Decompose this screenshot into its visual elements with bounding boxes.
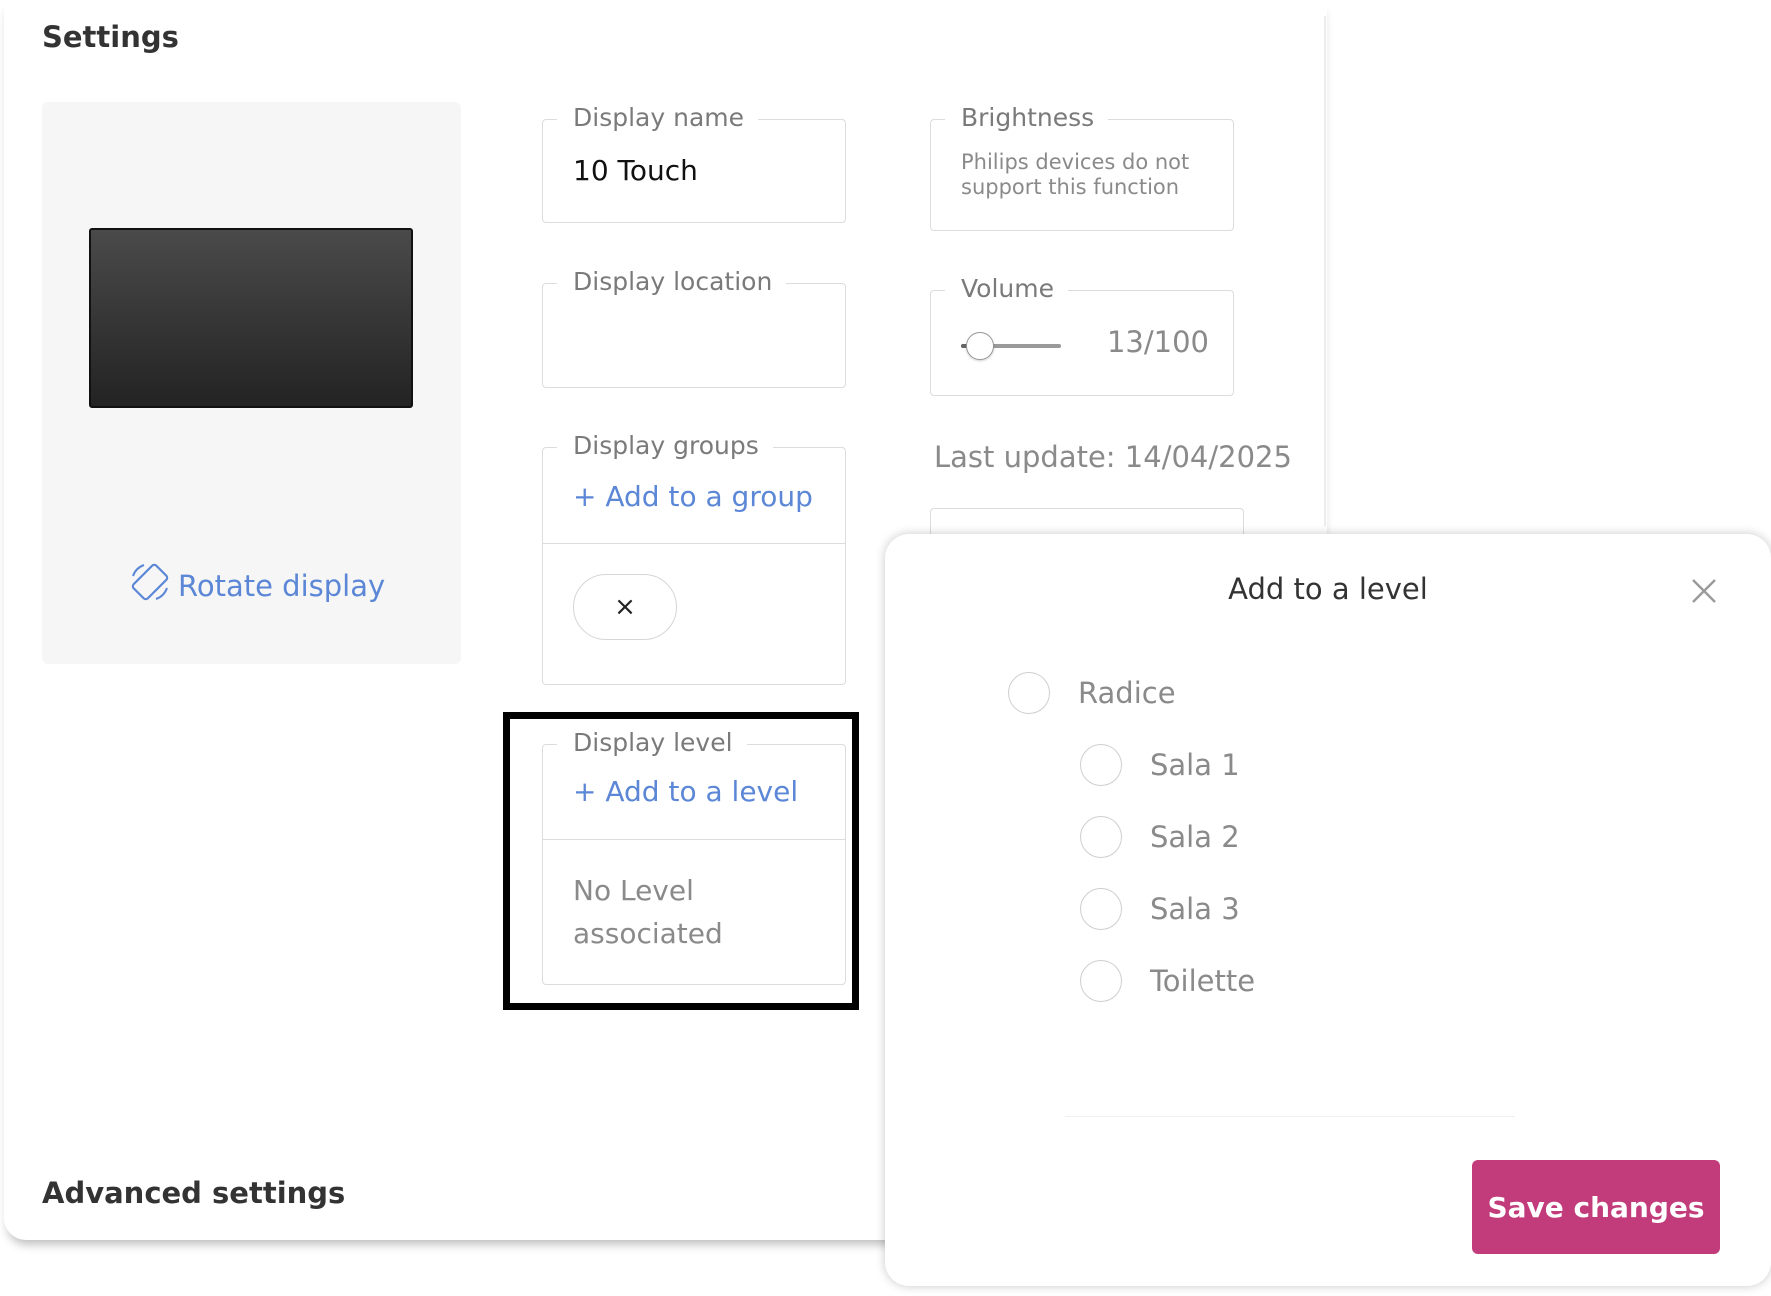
level-option-label: Sala 2 [1150,820,1240,854]
volume-slider[interactable] [961,331,1061,361]
brightness-label: Brightness [945,103,1109,132]
level-option-sala-1[interactable]: Sala 1 [1080,744,1240,786]
group-chip-remove-button[interactable]: × [573,574,677,640]
add-to-group-link[interactable]: + Add to a group [573,480,813,513]
display-name-field[interactable]: Display name 10 Touch [542,103,846,223]
save-changes-button[interactable]: Save changes [1472,1160,1720,1254]
display-level-highlight [503,712,859,1010]
groups-divider [543,543,845,544]
level-option-sala-2[interactable]: Sala 2 [1080,816,1240,858]
display-groups-field: Display groups + Add to a group × [542,431,846,685]
level-option-sala-3[interactable]: Sala 3 [1080,888,1240,930]
display-name-label: Display name [557,103,758,132]
level-option-toilette[interactable]: Toilette [1080,960,1255,1002]
radio-button[interactable] [1080,888,1122,930]
level-option-label: Toilette [1150,964,1256,998]
add-to-level-modal: Add to a level Radice Sala 1 Sala 2 Sala… [885,534,1771,1286]
radio-button[interactable] [1080,960,1122,1002]
radio-button[interactable] [1080,744,1122,786]
display-preview: Rotate display [42,102,461,664]
volume-field: Volume 13/100 [930,274,1234,396]
panel-divider [1324,16,1326,526]
display-name-value: 10 Touch [573,154,698,187]
level-option-label: Sala 1 [1150,748,1240,782]
level-option-radice[interactable]: Radice [1008,672,1176,714]
brightness-field: Brightness Philips devices do not suppor… [930,103,1234,231]
brightness-note: Philips devices do not support this func… [961,150,1190,199]
volume-slider-handle[interactable] [966,332,994,360]
volume-value: 13/100 [1106,325,1209,359]
radio-button[interactable] [1008,672,1050,714]
rotate-display-label: Rotate display [178,568,386,603]
last-update-text: Last update: 14/04/2025 [934,440,1292,474]
level-option-label: Sala 3 [1150,892,1240,926]
settings-title: Settings [42,20,179,54]
advanced-settings-title[interactable]: Advanced settings [42,1176,345,1210]
display-location-field[interactable]: Display location [542,267,846,388]
modal-title: Add to a level [1228,572,1428,606]
rotate-icon [128,560,172,611]
rotate-display-button[interactable]: Rotate display [128,560,385,611]
display-groups-label: Display groups [557,431,773,460]
level-option-label: Radice [1078,676,1176,710]
volume-label: Volume [945,274,1068,303]
display-screen-image [89,228,413,408]
display-location-label: Display location [557,267,787,296]
close-icon: × [614,592,636,622]
radio-button[interactable] [1080,816,1122,858]
modal-divider [1065,1116,1515,1117]
close-icon[interactable] [1685,572,1723,610]
